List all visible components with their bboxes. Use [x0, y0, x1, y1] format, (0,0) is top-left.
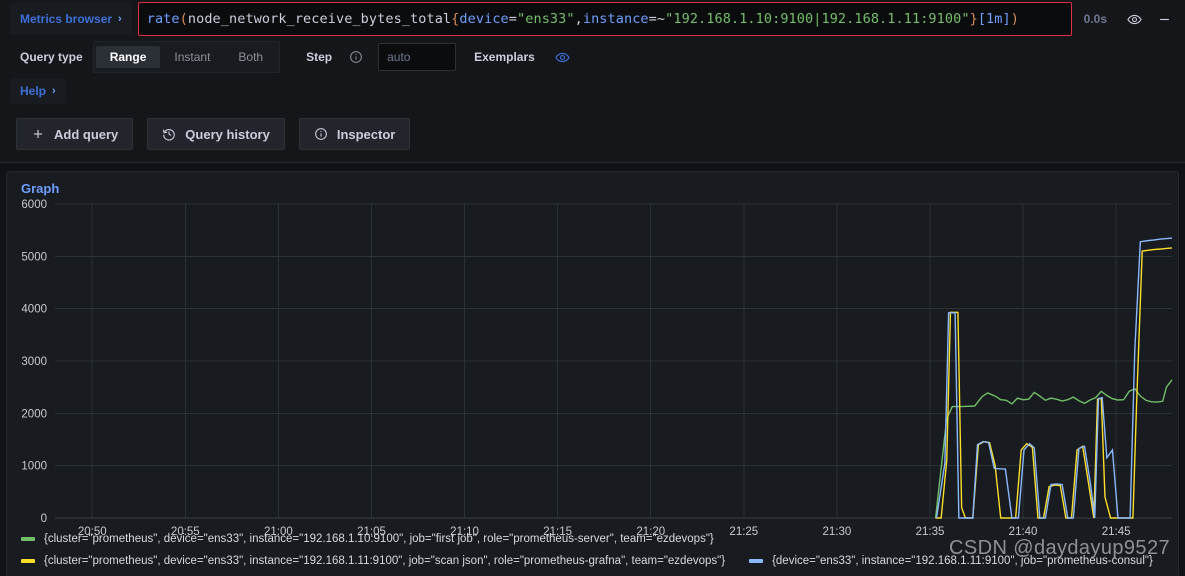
query-type-label: Query type [20, 50, 83, 64]
y-tick-label: 1000 [21, 461, 47, 473]
legend-color-swatch [21, 537, 35, 541]
chevron-right-icon: › [118, 13, 122, 25]
eye-icon [1126, 14, 1142, 24]
legend-label: {cluster="prometheus", device="ens33", i… [44, 555, 726, 567]
legend-row-2: {cluster="prometheus", device="ens33", i… [7, 550, 1178, 572]
plus-icon [33, 129, 43, 139]
legend-row-1: {cluster="prometheus", device="ens33", i… [7, 528, 1178, 550]
exemplars-group: Exemplars [474, 50, 570, 65]
history-icon [163, 128, 176, 141]
chevron-right-icon: › [52, 85, 56, 97]
y-tick-label: 4000 [21, 304, 47, 316]
expr-metric-name: node_network_receive_bytes_total [187, 11, 452, 27]
legend-label: {device="ens33", instance="192.168.1.11:… [772, 555, 1153, 567]
legend-item-2[interactable]: {device="ens33", instance="192.168.1.11:… [749, 555, 1153, 567]
metrics-browser-label: Metrics browser [20, 12, 113, 26]
expr-op-eq: = [508, 11, 518, 27]
query-row: Metrics browser › rate(node_network_rece… [0, 0, 1185, 38]
add-query-button[interactable]: Add query [16, 118, 134, 150]
expr-close-brace: } [969, 11, 978, 27]
series-line-1 [936, 248, 1172, 518]
expr-value-device: "ens33" [517, 11, 575, 27]
step-group: Step [296, 43, 457, 71]
expr-label-device: device [459, 11, 509, 27]
expr-op-regex-eq: =~ [648, 11, 666, 27]
collapse-query-button[interactable] [1149, 4, 1179, 34]
y-tick-label: 2000 [21, 408, 47, 420]
y-tick-label: 5000 [21, 251, 47, 263]
expr-function: rate [146, 11, 180, 27]
query-duration: 0.0s [1083, 12, 1107, 26]
legend-label: {cluster="prometheus", device="ens33", i… [44, 533, 714, 545]
panel-title: Graph [21, 181, 60, 196]
expr-close-paren: ) [1010, 11, 1019, 27]
step-info-tooltip[interactable] [349, 50, 363, 64]
add-query-label: Add query [54, 126, 119, 142]
info-circle-icon [350, 51, 362, 63]
exemplars-label: Exemplars [474, 50, 535, 64]
query-history-label: Query history [185, 126, 270, 142]
query-options-row: Query type Range Instant Both Step auto … [0, 38, 1185, 76]
y-tick-label: 0 [41, 513, 47, 525]
y-tick-label: 3000 [21, 356, 47, 368]
eye-icon [555, 52, 570, 62]
expr-open-paren: ( [179, 11, 188, 27]
query-actions-row: Add query Query history Inspector [0, 110, 1185, 162]
expr-range-selector: [1m] [977, 11, 1011, 27]
expr-label-instance: instance [582, 11, 649, 27]
inspector-button[interactable]: Inspector [298, 118, 411, 150]
plot-area[interactable]: 0 1000 2000 3000 4000 5000 6000 20:50 20:55 21:00… [7, 196, 1178, 548]
query-type-instant[interactable]: Instant [160, 46, 224, 68]
query-editor-section: Metrics browser › rate(node_network_rece… [0, 0, 1185, 163]
toggle-visibility-button[interactable] [1119, 4, 1149, 34]
query-type-range[interactable]: Range [95, 46, 161, 68]
legend-color-swatch [749, 559, 764, 563]
legend-color-swatch [21, 559, 35, 563]
chart-svg: 010002000300040005000600020:50 20:55 21:00… [21, 199, 1178, 538]
query-expression-text: rate(node_network_receive_bytes_total{de… [147, 11, 1019, 27]
exemplars-toggle[interactable] [555, 50, 570, 65]
step-label: Step [306, 50, 333, 64]
query-expression-field[interactable]: rate(node_network_receive_bytes_total{de… [137, 2, 1072, 36]
expr-comma: , [574, 11, 583, 27]
step-input[interactable] [378, 43, 457, 71]
help-button[interactable]: Help › [10, 78, 66, 104]
chart-legend: {cluster="prometheus", device="ens33", i… [7, 526, 1178, 576]
minus-icon [1159, 18, 1169, 20]
expr-value-instance: "192.168.1.10:9100|192.168.1.11:9100" [665, 11, 970, 27]
graph-panel: Graph 0 1000 2000 3000 4000 5000 6000 20:50 20:5… [6, 171, 1179, 576]
info-circle-icon [314, 128, 327, 140]
query-history-button[interactable]: Query history [147, 118, 285, 150]
metrics-browser-button[interactable]: Metrics browser › [10, 3, 132, 35]
query-type-radio-group: Range Instant Both [92, 41, 281, 73]
y-tick-label: 6000 [21, 199, 47, 211]
explore-page: Metrics browser › rate(node_network_rece… [0, 0, 1185, 576]
help-row: Help › [0, 76, 1185, 110]
help-label: Help [20, 84, 47, 98]
query-type-both[interactable]: Both [224, 46, 277, 68]
inspector-label: Inspector [336, 126, 396, 142]
legend-item-1[interactable]: {cluster="prometheus", device="ens33", i… [21, 555, 725, 567]
series-line-2 [937, 238, 1173, 518]
legend-item-0[interactable]: {cluster="prometheus", device="ens33", i… [21, 533, 714, 545]
